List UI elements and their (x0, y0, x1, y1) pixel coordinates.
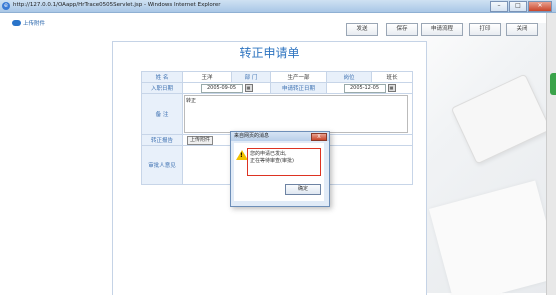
hire-date-input[interactable]: 2005-09-05 (200, 83, 243, 93)
hire-date-label: 入职日期 (141, 82, 183, 94)
ie-icon: e (2, 2, 10, 10)
position-value: 班长 (371, 71, 413, 83)
remark-cell: 转正 (182, 93, 413, 135)
print-button[interactable]: 打印 (469, 23, 501, 36)
upload-attachment-link[interactable]: 上传附件 (12, 19, 45, 27)
minimize-button[interactable]: – (490, 1, 508, 12)
vertical-scrollbar[interactable] (546, 13, 556, 295)
apply-date-cell: 2005-12-05 ▦ (326, 82, 413, 94)
dialog-message: 您的申请已发出, 正在等待审查(审批) (247, 148, 321, 176)
maximize-button[interactable]: □ (509, 1, 527, 12)
page-content: 上传附件 发送 保存 申请流程 打印 关闭 转正申请单 姓 名 王洋 部 门 生… (0, 13, 547, 295)
save-button[interactable]: 保存 (386, 23, 418, 36)
remark-label: 备 注 (141, 93, 183, 135)
dialog-close-button[interactable]: X (311, 133, 327, 141)
dialog-message-line2: 正在等待审查(审批) (250, 158, 294, 164)
dialog-message-line1: 您的申请已发出, (250, 151, 287, 157)
window-titlebar: e http://127.0.0.1/OAapp/HrTrace0505Serv… (0, 0, 556, 13)
apply-date-input[interactable]: 2005-12-05 (343, 83, 386, 93)
warning-icon-mark: ! (240, 152, 243, 159)
dept-label: 部 门 (231, 71, 271, 83)
dept-value: 生产一部 (270, 71, 327, 83)
close-window-button[interactable]: ✕ (528, 1, 552, 12)
calendar-icon[interactable]: ▦ (244, 84, 253, 92)
hire-date-cell: 2005-09-05 ▦ (182, 82, 271, 94)
remark-textarea[interactable]: 转正 (184, 95, 408, 133)
dialog-body: ! 您的申请已发出, 正在等待审查(审批) 确定 (234, 143, 324, 201)
calendar-icon[interactable]: ▦ (387, 84, 396, 92)
upload-attachment-button[interactable]: 上传附件 (187, 135, 214, 145)
close-button[interactable]: 关闭 (506, 23, 538, 36)
dialog-titlebar: 来自网页的消息 X (231, 132, 329, 141)
window-title: http://127.0.0.1/OAapp/HrTrace0505Servle… (13, 2, 221, 8)
name-label: 姓 名 (141, 71, 183, 83)
apply-process-button[interactable]: 申请流程 (421, 23, 463, 36)
dialog-title: 来自网页的消息 (234, 133, 270, 139)
send-button[interactable]: 发送 (346, 23, 378, 36)
message-dialog: 来自网页的消息 X ! 您的申请已发出, 正在等待审查(审批) 确定 (230, 131, 330, 207)
name-value: 王洋 (182, 71, 232, 83)
side-tab[interactable] (550, 73, 556, 95)
window-controls: – □ ✕ (490, 1, 552, 12)
report-label: 转正报告 (141, 134, 183, 146)
approver-label: 审批人意见 (141, 145, 183, 185)
upload-label: 上传附件 (23, 21, 46, 27)
ok-button[interactable]: 确定 (285, 184, 321, 195)
form-title: 转正申请单 (239, 46, 300, 60)
position-label: 岗位 (326, 71, 372, 83)
cloud-upload-icon (12, 20, 21, 26)
apply-date-label: 申请转正日期 (270, 82, 327, 94)
